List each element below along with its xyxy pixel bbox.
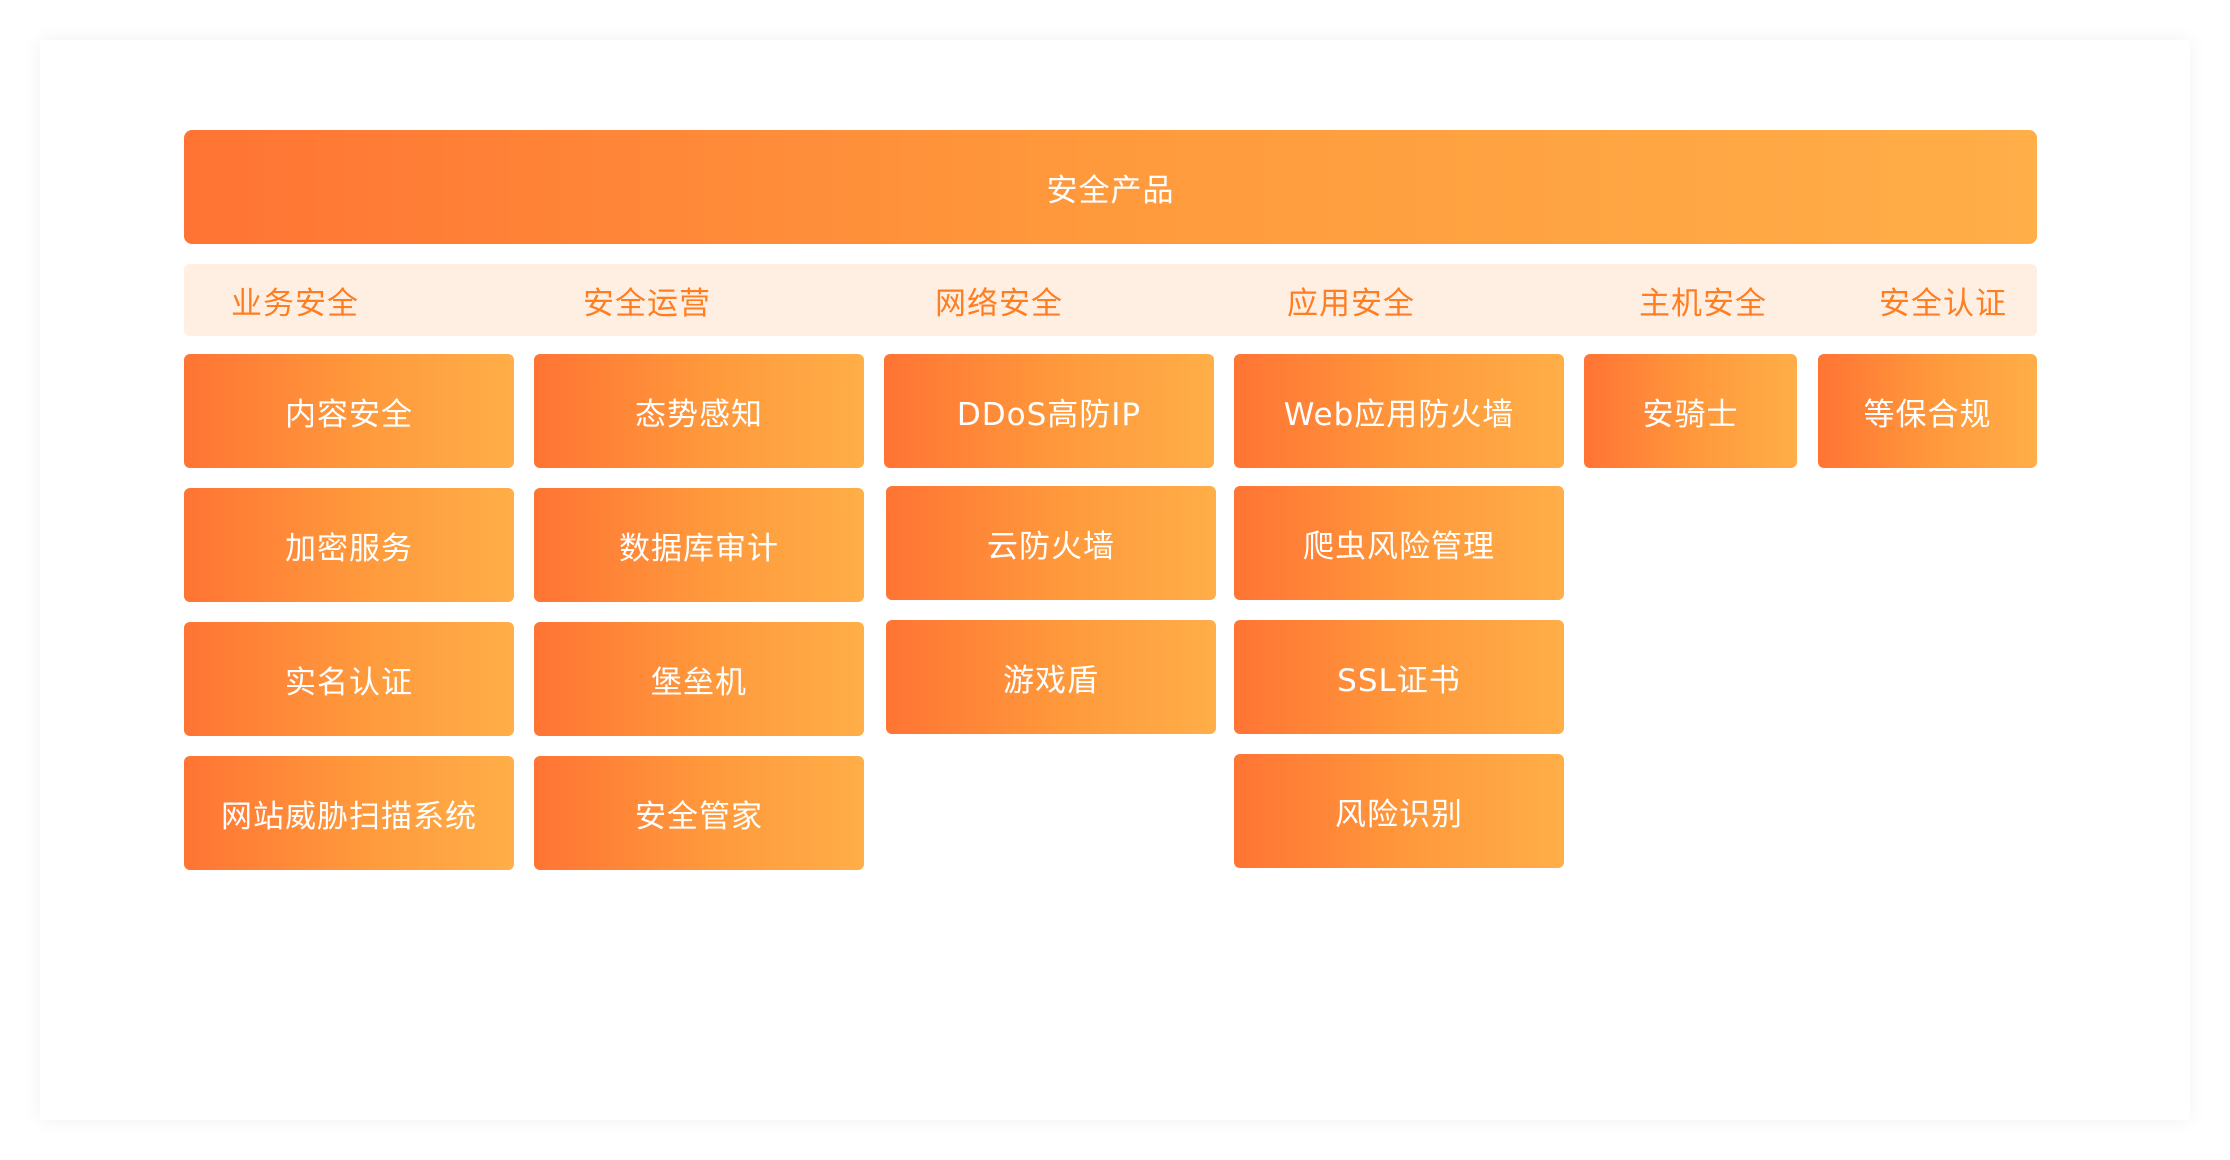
category-network-security: 网络安全: [935, 285, 1063, 322]
category-business-security: 业务安全: [231, 285, 359, 322]
product-tile[interactable]: 实名认证: [184, 622, 514, 736]
product-tile[interactable]: 网站威胁扫描系统: [184, 756, 514, 870]
product-tile[interactable]: 数据库审计: [534, 488, 864, 602]
category-security-operations: 安全运营: [583, 285, 711, 322]
product-tile[interactable]: 内容安全: [184, 354, 514, 468]
category-application-security: 应用安全: [1287, 285, 1415, 322]
product-tile[interactable]: 风险识别: [1234, 754, 1564, 868]
product-tile[interactable]: 加密服务: [184, 488, 514, 602]
product-tile[interactable]: 云防火墙: [886, 486, 1216, 600]
product-tile[interactable]: 安全管家: [534, 756, 864, 870]
security-products-banner: 安全产品: [184, 130, 2037, 244]
product-tile[interactable]: Web应用防火墙: [1234, 354, 1564, 468]
product-tile[interactable]: 等保合规: [1818, 354, 2037, 468]
product-tile[interactable]: 态势感知: [534, 354, 864, 468]
product-tile[interactable]: 堡垒机: [534, 622, 864, 736]
product-tile[interactable]: 安骑士: [1584, 354, 1797, 468]
product-tile[interactable]: 游戏盾: [886, 620, 1216, 734]
product-tile[interactable]: DDoS高防IP: [884, 354, 1214, 468]
category-host-security: 主机安全: [1639, 285, 1767, 322]
category-security-certification: 安全认证: [1879, 285, 2007, 322]
product-tile[interactable]: 爬虫风险管理: [1234, 486, 1564, 600]
product-tile[interactable]: SSL证书: [1234, 620, 1564, 734]
canvas: 安全产品 业务安全 安全运营 网络安全 应用安全 主机安全 安全认证 内容安全 …: [0, 0, 2230, 1160]
